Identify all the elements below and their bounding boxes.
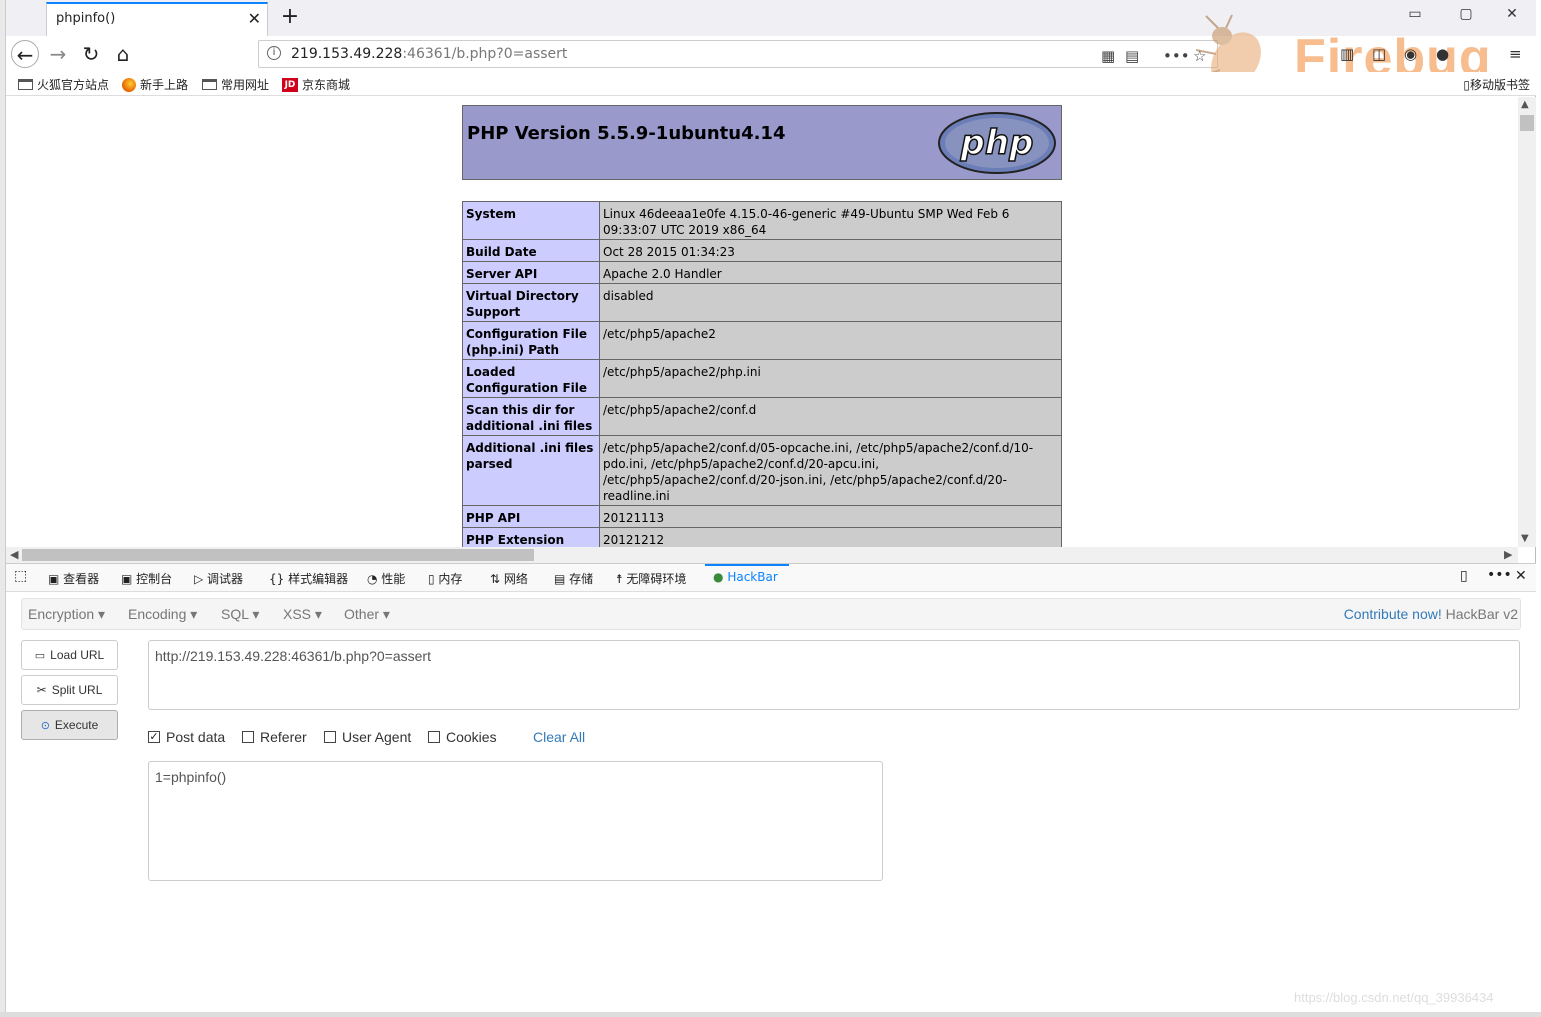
reader-view-icon[interactable]: ▤ (1125, 47, 1139, 65)
table-row: PHP API 20121113 (462, 505, 1062, 528)
bookmark-firefox-official[interactable]: 火狐官方站点 (18, 76, 109, 93)
close-devtools-icon[interactable]: ✕ (1515, 568, 1527, 584)
close-tab-icon[interactable]: ✕ (248, 9, 261, 28)
post-data-textarea[interactable]: 1=phpinfo() (148, 761, 883, 881)
firefox-icon (122, 77, 136, 92)
scroll-right-icon[interactable]: ▶ (1504, 548, 1512, 561)
tab-inspector[interactable]: ▣ 查看器 (48, 570, 99, 587)
load-icon: ▭ (34, 649, 46, 662)
home-icon[interactable]: ⌂ (109, 40, 137, 68)
bookmark-common-sites[interactable]: 常用网址 (202, 76, 269, 93)
table-row: Loaded Configuration File/etc/php5/apach… (462, 359, 1062, 398)
table-row: Server API Apache 2.0 Handler (462, 261, 1062, 284)
execute-button[interactable]: ⊙ Execute (21, 710, 118, 740)
url-textarea[interactable]: http://219.153.49.228:46361/b.php?0=asse… (148, 640, 1520, 710)
maximize-icon[interactable]: ▢ (1451, 6, 1481, 22)
tab-storage[interactable]: ▤ 存储 (554, 570, 593, 587)
hackbar-icon: ● (713, 570, 724, 584)
page-actions-icon[interactable]: ••• (1163, 47, 1190, 65)
browser-window: phpinfo() ✕ + ▭ ▢ ✕ ← → ↻ ⌂ i 219.153.49… (6, 0, 1536, 1012)
tab-performance[interactable]: ◔ 性能 (367, 570, 405, 587)
cookies-checkbox[interactable]: Cookies (428, 729, 497, 745)
jd-icon: JD (282, 77, 298, 92)
menu-encryption[interactable]: Encryption ▾ (28, 606, 105, 623)
devtools-tabbar: ⬚ ▣ 查看器 ▣ 控制台 ▷ 调试器 {} 样式编辑器 ◔ 性能 ▯ 内存 ⇅… (6, 563, 1536, 592)
contribute-link[interactable]: Contribute now! HackBar v2 (1344, 606, 1518, 622)
library-icon[interactable]: ▥ (1340, 45, 1354, 63)
scroll-thumb[interactable] (22, 549, 534, 561)
scroll-left-icon[interactable]: ◀ (10, 548, 18, 561)
scissors-icon: ✂ (36, 683, 47, 697)
url-text[interactable]: 219.153.49.228:46361/b.php?0=assert (291, 46, 567, 62)
folder-icon (202, 79, 217, 90)
table-row: Scan this dir for additional .ini files /… (462, 397, 1062, 436)
tab-console[interactable]: ▣ 控制台 (121, 570, 172, 587)
split-url-button[interactable]: ✂ Split URL (21, 675, 118, 705)
site-info-icon[interactable]: i (267, 46, 281, 60)
user-agent-checkbox[interactable]: User Agent (324, 729, 411, 745)
table-row: PHP Extension 20121212 (462, 527, 1062, 547)
tab-debugger[interactable]: ▷ 调试器 (194, 570, 243, 587)
mobile-bookmarks[interactable]: ▯移动版书签 (1463, 76, 1530, 93)
php-logo-icon: php (938, 112, 1056, 174)
checkbox-checked-icon[interactable]: ✓ (148, 731, 160, 743)
back-icon[interactable]: ← (11, 40, 39, 68)
minimize-icon[interactable]: ▭ (1400, 6, 1430, 22)
tab-memory[interactable]: ▯ 内存 (428, 570, 462, 587)
scroll-up-icon[interactable]: ▲ (1521, 99, 1529, 110)
tab-hackbar[interactable]: ● HackBar (713, 570, 778, 584)
new-tab-icon[interactable]: + (278, 4, 302, 29)
bookmarks-bar: 火狐官方站点 新手上路 常用网址 JD 京东商城 ▯移动版书签 (6, 72, 1536, 96)
csdn-watermark: https://blog.csdn.net/qq_39936434 (1294, 990, 1494, 1005)
desktop-background (0, 1012, 1541, 1017)
tab-network[interactable]: ⇅ 网络 (490, 570, 528, 587)
close-window-icon[interactable]: ✕ (1497, 6, 1527, 22)
url-bar[interactable]: i 219.153.49.228:46361/b.php?0=assert ▦ … (258, 40, 1218, 68)
sidebar-icon[interactable]: ◫ (1372, 45, 1386, 63)
dock-side-icon[interactable]: ▯ (1460, 568, 1468, 584)
clear-all-link[interactable]: Clear All (533, 729, 585, 745)
menu-encoding[interactable]: Encoding ▾ (128, 606, 197, 623)
vertical-scrollbar[interactable]: ▲ ▼ (1518, 97, 1536, 547)
table-row: Configuration File (php.ini) Path/etc/ph… (462, 321, 1062, 360)
php-info-table: System Linux 46deeaa1e0fe 4.15.0-46-gener… (462, 201, 1062, 547)
reload-icon[interactable]: ↻ (77, 40, 105, 68)
hackbar-panel: Encryption ▾ Encoding ▾ SQL ▾ XSS ▾ Othe… (6, 592, 1536, 1012)
scroll-down-icon[interactable]: ▼ (1521, 533, 1529, 544)
menu-xss[interactable]: XSS ▾ (283, 606, 322, 623)
referer-checkbox[interactable]: Referer (242, 729, 307, 745)
post-data-checkbox[interactable]: ✓ Post data (148, 729, 225, 745)
bookmark-getting-started[interactable]: 新手上路 (122, 76, 188, 93)
tab-phpinfo[interactable]: phpinfo() ✕ (46, 2, 268, 36)
extension-icon[interactable]: ● (1436, 45, 1449, 63)
page-content: PHP Version 5.5.9-1ubuntu4.14 php System… (6, 97, 1518, 547)
account-icon[interactable]: ◉ (1404, 45, 1417, 63)
table-row: Build Date Oct 28 2015 01:34:23 (462, 239, 1062, 262)
table-row: System Linux 46deeaa1e0fe 4.15.0-46-gener… (462, 201, 1062, 240)
element-picker-icon[interactable]: ⬚ (14, 568, 27, 584)
horizontal-scrollbar[interactable]: ◀ ▶ (6, 547, 1518, 563)
play-icon: ⊙ (40, 719, 50, 732)
menu-other[interactable]: Other ▾ (344, 606, 390, 623)
menu-sql[interactable]: SQL ▾ (221, 606, 259, 623)
qr-code-icon[interactable]: ▦ (1101, 47, 1115, 65)
scroll-thumb[interactable] (1520, 115, 1534, 131)
tab-accessibility[interactable]: ☨ 无障碍环境 (616, 570, 686, 587)
php-version-title: PHP Version 5.5.9-1ubuntu4.14 (467, 123, 786, 144)
load-url-button[interactable]: ▭ Load URL (21, 640, 118, 670)
php-header: PHP Version 5.5.9-1ubuntu4.14 php (462, 105, 1062, 180)
active-tab-indicator (705, 564, 789, 566)
menu-icon[interactable]: ≡ (1509, 45, 1522, 63)
forward-icon[interactable]: → (44, 40, 72, 68)
svg-text:php: php (960, 123, 1034, 163)
tab-title: phpinfo() (56, 11, 116, 26)
devtools-menu-icon[interactable]: ••• (1487, 567, 1512, 583)
tab-style-editor[interactable]: {} 样式编辑器 (269, 570, 348, 587)
hackbar-menu: Encryption ▾ Encoding ▾ SQL ▾ XSS ▾ Othe… (21, 598, 1521, 630)
folder-icon (18, 79, 33, 90)
table-row: Additional .ini files parsed/etc/php5/ap… (462, 435, 1062, 506)
bookmark-jd[interactable]: JD 京东商城 (282, 76, 350, 93)
table-row: Virtual Directory Support disabled (462, 283, 1062, 322)
